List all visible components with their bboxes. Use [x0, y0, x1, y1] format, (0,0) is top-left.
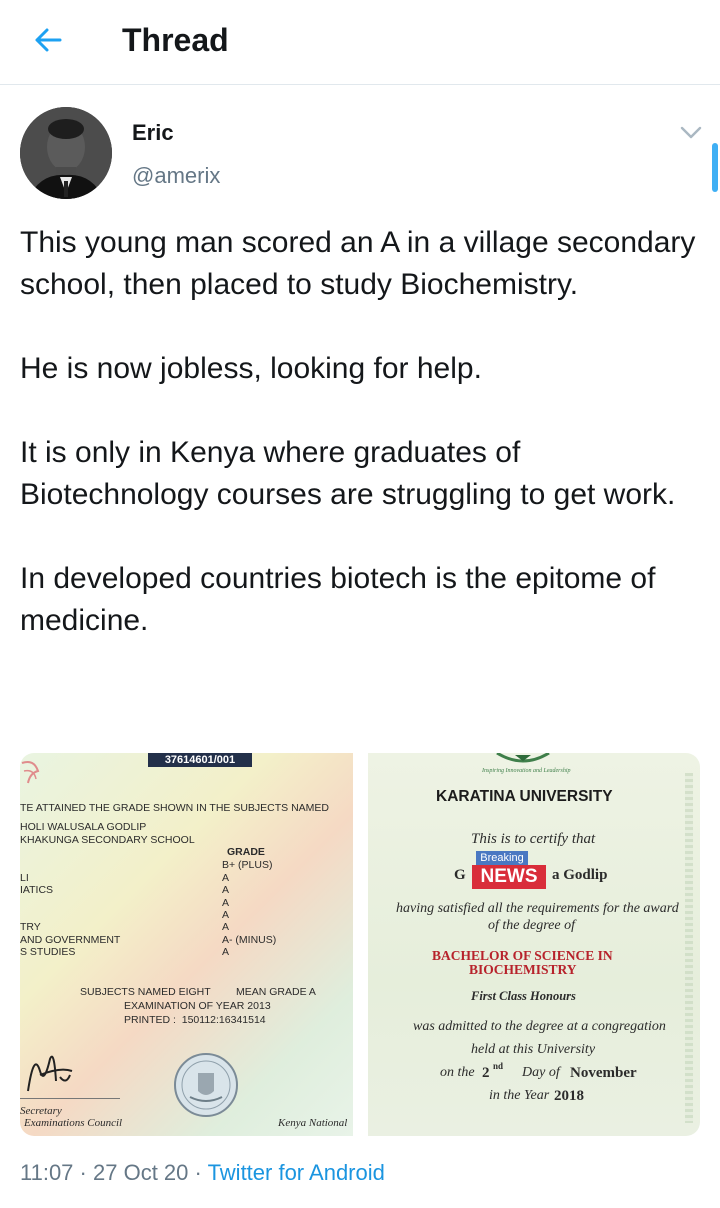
separator-dot: ·: [194, 1160, 208, 1185]
day-of-label: Day of: [522, 1065, 560, 1080]
avatar[interactable]: [20, 107, 112, 199]
subject-name: S STUDIES: [20, 946, 76, 958]
subject-grade: A: [222, 884, 230, 896]
university-crest: [496, 753, 550, 763]
tweet-paragraph: In developed countries biotech is the ep…: [20, 562, 656, 637]
signature-mark: [27, 1055, 73, 1092]
degree-of-line: of the degree of: [488, 918, 575, 933]
tweet-source-link[interactable]: Twitter for Android: [208, 1160, 385, 1185]
certificate-corner-ornament: [21, 761, 40, 784]
grade-column-header: GRADE: [227, 846, 265, 858]
author-handle[interactable]: @amerix: [132, 163, 220, 189]
tweet-paragraph: He is now jobless, looking for help.: [20, 352, 482, 385]
subject-name: AND GOVERNMENT: [20, 934, 121, 946]
breaking-label: Breaking: [476, 851, 528, 865]
kenya-national-label: Kenya National: [278, 1117, 348, 1129]
tweet-date: 27 Oct 20: [93, 1160, 189, 1185]
certificate-image-kcse[interactable]: 37614601/001 TE ATTAINED THE GRADE SHOWN…: [20, 753, 353, 1136]
candidate-name: HOLI WALUSALA GODLIP: [20, 821, 147, 833]
subject-grade: B+ (PLUS): [222, 859, 273, 871]
certificate-serial: 37614601/001: [148, 753, 252, 767]
held-line: held at this University: [471, 1042, 596, 1057]
page-title: Thread: [122, 22, 229, 58]
subject-grade: A: [222, 921, 230, 933]
separator-dot: ·: [79, 1160, 93, 1185]
university-motto: Inspiring Innovation and Leadership: [482, 768, 571, 774]
security-border-strip: [685, 773, 693, 1123]
subjects-summary: SUBJECTS NAMED EIGHT: [80, 986, 211, 998]
in-the-year-label: in the Year: [489, 1088, 550, 1103]
portrait-photo: [20, 107, 112, 199]
degree-title-line-2: BIOCHEMISTRY: [469, 962, 577, 977]
breaking-news-overlay: Breaking NEWS: [472, 851, 550, 889]
graduate-name-prefix: G: [454, 867, 466, 883]
tweet-media: 37614601/001 TE ATTAINED THE GRADE SHOWN…: [20, 753, 700, 1136]
scrollbar[interactable]: [712, 143, 718, 192]
subject-grade: A: [222, 872, 230, 884]
chevron-down-icon: [680, 126, 702, 139]
council-label: Examinations Council: [24, 1117, 123, 1129]
top-bar: Thread: [0, 0, 720, 85]
news-label: NEWS: [472, 865, 546, 889]
month: November: [570, 1065, 637, 1081]
tweet-paragraph: It is only in Kenya where graduates of B…: [20, 436, 676, 511]
day-suffix: nd: [493, 1061, 504, 1071]
subject-grade: A- (MINUS): [222, 934, 277, 946]
mean-grade: MEAN GRADE A: [236, 986, 316, 998]
tweet-time: 11:07: [20, 1160, 74, 1185]
subject-grade: A: [222, 946, 230, 958]
year: 2018: [554, 1088, 584, 1104]
certificate-heading: TE ATTAINED THE GRADE SHOWN IN THE SUBJE…: [20, 802, 330, 814]
back-button[interactable]: [28, 20, 68, 60]
admitted-line: was admitted to the degree at a congrega…: [413, 1019, 666, 1034]
university-name: KARATINA UNIVERSITY: [436, 788, 613, 805]
arrow-left-icon: [35, 28, 62, 52]
author-name[interactable]: Eric: [132, 120, 174, 146]
tweet-meta: 11:07 · 27 Oct 20 · Twitter for Android: [20, 1160, 385, 1186]
honours-line: First Class Honours: [471, 989, 576, 1003]
subject-name: IATICS: [20, 884, 54, 896]
school-name: KHAKUNGA SECONDARY SCHOOL: [20, 834, 195, 846]
secretary-label: Secretary: [20, 1105, 62, 1117]
day-number: 2: [482, 1065, 490, 1081]
exam-year: EXAMINATION OF YEAR 2013: [124, 1000, 271, 1012]
subject-grade: A: [222, 909, 230, 921]
on-the-label: on the: [440, 1065, 475, 1080]
subject-name: TRY: [20, 921, 41, 933]
certificate-image-degree[interactable]: Inspiring Innovation and Leadership KARA…: [368, 753, 700, 1136]
printed-stamp: PRINTED : 150112:16341514: [124, 1014, 266, 1026]
tweet-paragraph: This young man scored an A in a village …: [20, 226, 696, 301]
requirements-line: having satisfied all the requirements fo…: [396, 901, 679, 916]
subject-grade: A: [222, 897, 230, 909]
subject-name: LI: [20, 872, 29, 884]
certify-line: This is to certify that: [471, 831, 596, 847]
tweet-options-button[interactable]: [676, 120, 706, 146]
kenya-coat-of-arms-seal: [174, 1053, 238, 1117]
signature-line: [20, 1098, 120, 1099]
graduate-name-suffix: a Godlip: [552, 867, 608, 883]
tweet-text: This young man scored an A in a village …: [20, 222, 700, 642]
